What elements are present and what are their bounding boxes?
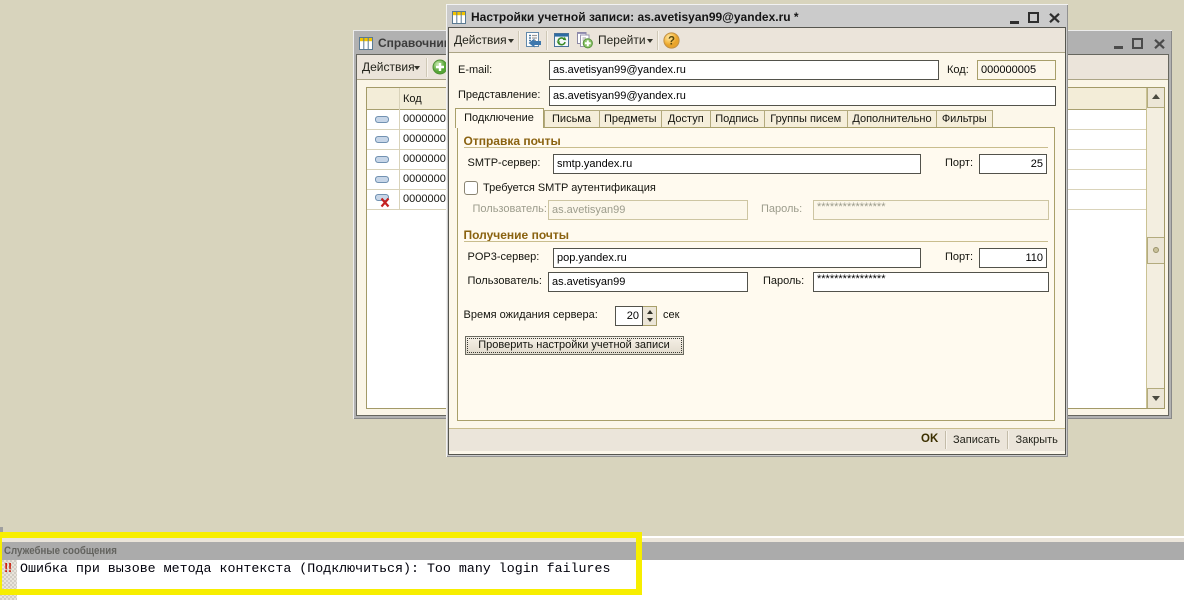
svg-text:?: ? [668,36,675,48]
